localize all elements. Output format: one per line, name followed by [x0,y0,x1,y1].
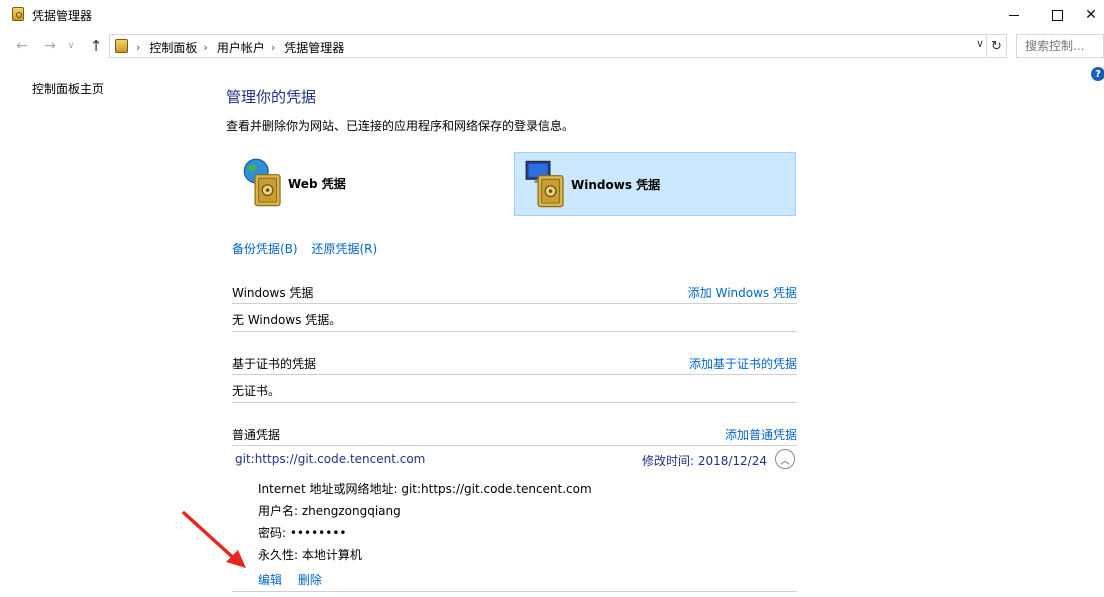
add-generic-credential-link[interactable]: 添加普通凭据 [725,426,797,443]
restore-credentials-link[interactable]: 还原凭据(R) [311,242,377,256]
up-arrow-icon[interactable]: ↑ [86,36,106,56]
generic-credentials-section: 普通凭据 添加普通凭据 git:https://git.code.tencent… [232,422,797,592]
credential-manager-icon [12,7,24,21]
section-title: 基于证书的凭据 [232,357,317,371]
breadcrumb-user-accounts[interactable]: 用户帐户 [217,39,265,56]
credential-persistence: 永久性: 本地计算机 [258,548,362,562]
minimize-button[interactable] [991,0,1037,30]
control-panel-icon [115,39,128,53]
edit-credential-link[interactable]: 编辑 [258,573,282,587]
page-description: 查看并删除你为网站、已连接的应用程序和网络保存的登录信息。 [226,119,575,133]
chevron-right-icon[interactable]: › [271,41,275,54]
annotation-arrow-icon [182,511,246,568]
search-input[interactable] [1017,35,1101,57]
section-body: 无证书。 [232,375,797,403]
section-header: 基于证书的凭据 添加基于证书的凭据 [232,351,797,375]
empty-message: 无 Windows 凭据。 [232,313,342,327]
credential-entry-header[interactable]: git:https://git.code.tencent.com 修改时间: 2… [232,446,797,472]
empty-message: 无证书。 [232,384,281,398]
credential-modified-date: 修改时间: 2018/12/24 [641,454,767,468]
credential-address: Internet 地址或网络地址: git:https://git.code.t… [258,482,592,496]
maximize-button[interactable] [1034,0,1080,30]
delete-credential-link[interactable]: 删除 [298,573,322,587]
close-button[interactable]: ✕ [1078,0,1104,30]
add-certificate-credential-link[interactable]: 添加基于证书的凭据 [689,355,797,372]
certificate-credentials-section: 基于证书的凭据 添加基于证书的凭据 无证书。 [232,351,797,403]
section-header: Windows 凭据 添加 Windows 凭据 [232,280,797,304]
breadcrumb-control-panel[interactable]: 控制面板 [149,39,197,56]
backup-restore-links: 备份凭据(B) 还原凭据(R) [232,240,377,257]
page-title: 管理你的凭据 [226,88,317,106]
chevron-right-icon[interactable]: › [203,41,207,54]
web-credentials-label: Web 凭据 [288,177,346,191]
section-title: 普通凭据 [232,428,281,442]
recent-locations-chevron-icon[interactable]: ∨ [64,36,78,56]
windows-credentials-tile[interactable]: Windows 凭据 [514,152,796,216]
chevron-right-icon[interactable]: › [136,41,140,54]
credential-password: 密码: •••••••• [258,526,347,540]
windows-credentials-section: Windows 凭据 添加 Windows 凭据 无 Windows 凭据。 [232,280,797,332]
section-body: 无 Windows 凭据。 [232,304,797,332]
back-arrow-icon[interactable]: ← [12,36,32,56]
credential-actions: 编辑 删除 [258,571,322,588]
credential-name[interactable]: git:https://git.code.tencent.com [235,452,425,466]
breadcrumb: › 控制面板 › 用户帐户 › 凭据管理器 [136,39,344,56]
refresh-icon[interactable]: ↻ [987,34,1007,58]
address-dropdown-icon[interactable]: ∨ [976,37,984,50]
forward-arrow-icon[interactable]: → [40,36,60,56]
address-bar[interactable]: › 控制面板 › 用户帐户 › 凭据管理器 ∨ [109,34,987,58]
backup-credentials-link[interactable]: 备份凭据(B) [232,242,298,256]
window-title: 凭据管理器 [32,9,93,23]
title-bar: 凭据管理器 ✕ [0,0,1104,30]
navigation-bar: ← → ∨ ↑ › 控制面板 › 用户帐户 › 凭据管理器 ∨ ↻ [0,31,1104,61]
credential-username: 用户名: zhengzongqiang [258,504,401,518]
section-header: 普通凭据 添加普通凭据 [232,422,797,446]
help-icon[interactable]: ? [1091,67,1104,81]
section-title: Windows 凭据 [232,286,314,300]
left-pane: 控制面板主页 [0,62,210,597]
chevron-up-icon[interactable]: ︿ [775,449,795,469]
search-box[interactable] [1016,34,1104,58]
credential-details: Internet 地址或网络地址: git:https://git.code.t… [232,472,797,592]
web-credentials-tile[interactable]: Web 凭据 [232,152,514,216]
control-panel-home-link[interactable]: 控制面板主页 [32,80,104,97]
breadcrumb-credential-manager[interactable]: 凭据管理器 [284,39,344,56]
web-vault-icon [243,158,281,207]
windows-credentials-label: Windows 凭据 [571,178,661,192]
windows-vault-icon [525,160,564,208]
add-windows-credential-link[interactable]: 添加 Windows 凭据 [688,284,797,301]
